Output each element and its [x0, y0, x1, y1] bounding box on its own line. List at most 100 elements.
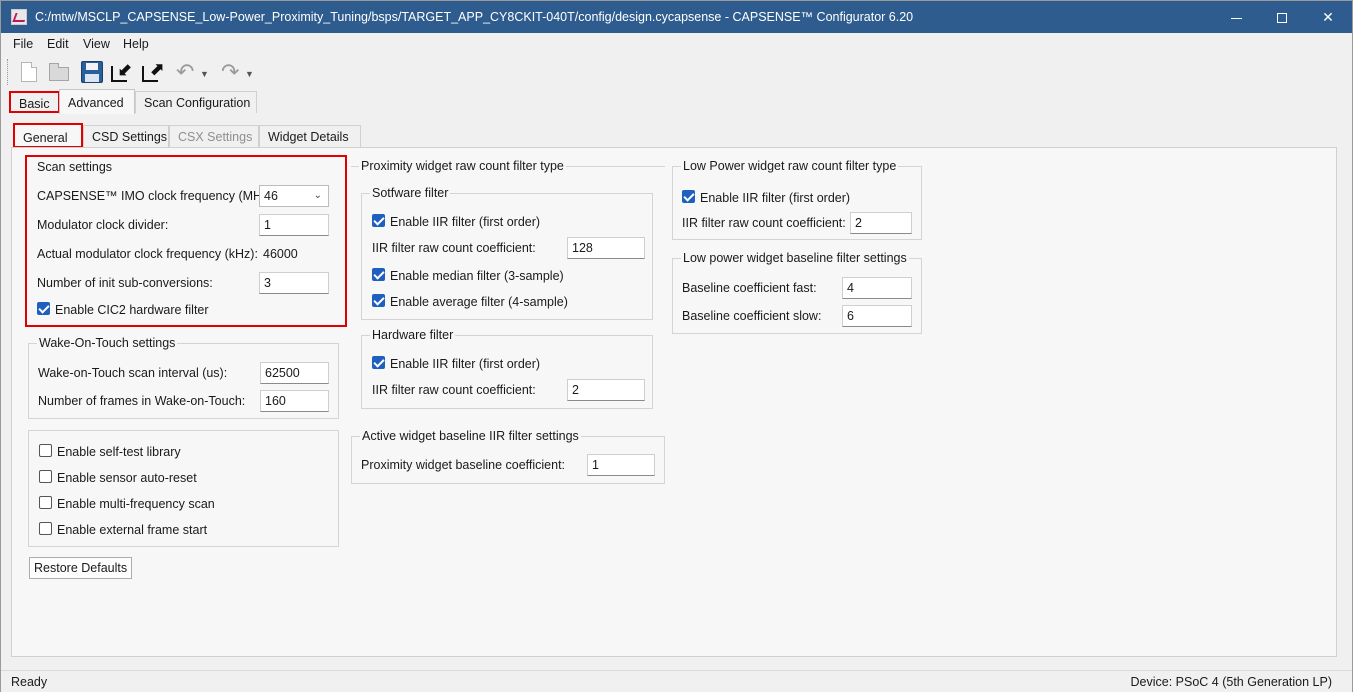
active-baseline-group: Active widget baseline IIR filter settin…	[351, 429, 665, 484]
lp-filter-title: Low Power widget raw count filter type	[681, 159, 899, 173]
median-filter-checkbox[interactable]	[372, 268, 385, 281]
close-icon: ✕	[1322, 9, 1334, 25]
sw-iir-checkbox[interactable]	[372, 214, 385, 227]
sw-iir-label: Enable IIR filter (first order)	[390, 215, 541, 229]
tab-widget-details[interactable]: Widget Details	[259, 125, 361, 147]
hardware-filter-group: Hardware filter Enable IIR filter (first…	[361, 328, 653, 409]
lp-iir-checkbox[interactable]	[682, 190, 695, 203]
minimize-icon	[1230, 17, 1242, 19]
hw-iir-label: Enable IIR filter (first order)	[390, 357, 541, 371]
window-title: C:/mtw/MSCLP_CAPSENSE_Low-Power_Proximit…	[35, 10, 914, 24]
multi-frequency-checkbox[interactable]	[39, 496, 52, 509]
hardware-filter-title: Hardware filter	[370, 328, 456, 342]
cic2-filter-checkbox[interactable]	[37, 302, 50, 315]
toolbar-grip	[7, 59, 10, 85]
software-filter-group: Sotfware filter Enable IIR filter (first…	[361, 186, 653, 320]
prox-baseline-coef-input[interactable]: 1	[587, 454, 655, 476]
sw-iir-coef-label: IIR filter raw count coefficient:	[372, 241, 536, 255]
software-filter-title: Sotfware filter	[370, 186, 451, 200]
chevron-down-icon: ⌄	[313, 190, 322, 201]
lp-iir-coef-input[interactable]: 2	[850, 212, 912, 234]
save-icon[interactable]	[80, 60, 104, 84]
status-bar: Ready Device: PSoC 4 (5th Generation LP)	[1, 670, 1352, 692]
tab-csd-settings[interactable]: CSD Settings	[83, 125, 169, 147]
export-icon[interactable]: ⬈	[140, 60, 164, 84]
device-status: Device: PSoC 4 (5th Generation LP)	[1130, 675, 1333, 689]
active-baseline-title: Active widget baseline IIR filter settin…	[360, 429, 581, 443]
title-bar: C:/mtw/MSCLP_CAPSENSE_Low-Power_Proximit…	[1, 1, 1352, 33]
init-sub-conversions-label: Number of init sub-conversions:	[37, 276, 213, 290]
median-filter-label: Enable median filter (3-sample)	[390, 269, 564, 283]
imo-clock-value: 46	[264, 189, 278, 203]
maximize-icon	[1277, 13, 1287, 24]
baseline-slow-input[interactable]: 6	[842, 305, 912, 327]
sw-iir-coef-input[interactable]: 128	[567, 237, 645, 259]
wot-frames-input[interactable]: 160	[260, 390, 329, 412]
baseline-fast-input[interactable]: 4	[842, 277, 912, 299]
general-settings-panel: Scan settings CAPSENSE™ IMO clock freque…	[11, 147, 1337, 657]
imo-clock-select[interactable]: 46 ⌄	[259, 185, 329, 207]
wot-settings-title: Wake-On-Touch settings	[37, 336, 178, 350]
hw-iir-coef-input[interactable]: 2	[567, 379, 645, 401]
mod-divider-label: Modulator clock divider:	[37, 218, 169, 232]
external-frame-start-label: Enable external frame start	[57, 523, 208, 537]
hw-iir-checkbox[interactable]	[372, 356, 385, 369]
prox-baseline-coef-label: Proximity widget baseline coefficient:	[361, 458, 566, 472]
close-button[interactable]: ✕	[1305, 1, 1351, 33]
sensor-auto-reset-checkbox[interactable]	[39, 470, 52, 483]
redo-dropdown-icon[interactable]: ▼	[245, 62, 254, 86]
status-text: Ready	[11, 675, 48, 689]
sensor-auto-reset-label: Enable sensor auto-reset	[57, 471, 197, 485]
lp-iir-coef-label: IIR filter raw count coefficient:	[682, 216, 846, 230]
restore-defaults-button[interactable]: Restore Defaults	[29, 557, 133, 579]
import-icon[interactable]: ⬋	[109, 60, 133, 84]
wot-interval-input[interactable]: 62500	[260, 362, 329, 384]
prox-filter-title: Proximity widget raw count filter type	[359, 159, 566, 173]
external-frame-start-checkbox[interactable]	[39, 522, 52, 535]
tab-advanced[interactable]: Advanced	[59, 89, 135, 114]
baseline-fast-label: Baseline coefficient fast:	[682, 281, 817, 295]
mod-divider-input[interactable]: 1	[259, 214, 329, 236]
average-filter-label: Enable average filter (4-sample)	[390, 295, 568, 309]
menu-view[interactable]: View	[83, 37, 110, 51]
actual-mod-clock-label: Actual modulator clock frequency (kHz):	[37, 247, 258, 261]
tab-basic[interactable]: Basic	[9, 91, 60, 113]
toolbar: ⬋ ⬈ ↶ ▼ ↷ ▼	[1, 55, 1352, 89]
wot-interval-label: Wake-on-Touch scan interval (us):	[38, 366, 228, 380]
actual-mod-clock-value: 46000	[263, 247, 298, 261]
cic2-filter-label: Enable CIC2 hardware filter	[55, 303, 209, 317]
menu-bar: File Edit View Help	[1, 33, 1352, 55]
undo-dropdown-icon[interactable]: ▼	[200, 62, 209, 86]
lp-baseline-group: Low power widget baseline filter setting…	[672, 251, 922, 334]
hw-iir-coef-label: IIR filter raw count coefficient:	[372, 383, 536, 397]
multi-frequency-label: Enable multi-frequency scan	[57, 497, 215, 511]
tab-scan-configuration[interactable]: Scan Configuration	[135, 91, 257, 113]
new-document-icon[interactable]	[17, 60, 41, 84]
maximize-button[interactable]	[1259, 1, 1305, 33]
open-folder-icon[interactable]	[47, 60, 71, 84]
self-test-label: Enable self-test library	[57, 445, 181, 459]
lp-filter-group: Low Power widget raw count filter type E…	[672, 159, 922, 240]
imo-clock-label: CAPSENSE™ IMO clock frequency (MHz):	[37, 189, 276, 203]
tab-csx-settings: CSX Settings	[169, 125, 259, 147]
capsense-app-icon	[11, 9, 27, 25]
scan-settings-title: Scan settings	[35, 160, 115, 174]
menu-file[interactable]: File	[13, 37, 33, 51]
redo-icon[interactable]: ↷ ▼	[221, 60, 257, 84]
main-tabs: Basic Advanced Scan Configuration	[7, 89, 1347, 115]
scan-settings-group: Scan settings CAPSENSE™ IMO clock freque…	[25, 155, 347, 327]
average-filter-checkbox[interactable]	[372, 294, 385, 307]
misc-options-group: Enable self-test library Enable sensor a…	[28, 430, 339, 547]
app-window: C:/mtw/MSCLP_CAPSENSE_Low-Power_Proximit…	[0, 0, 1353, 692]
baseline-slow-label: Baseline coefficient slow:	[682, 309, 822, 323]
menu-help[interactable]: Help	[123, 37, 149, 51]
minimize-button[interactable]	[1213, 1, 1259, 33]
menu-edit[interactable]: Edit	[47, 37, 69, 51]
tab-general[interactable]: General	[13, 123, 83, 148]
lp-baseline-title: Low power widget baseline filter setting…	[681, 251, 909, 265]
sub-tabs: General CSD Settings CSX Settings Widget…	[11, 123, 1341, 149]
undo-icon[interactable]: ↶ ▼	[176, 60, 212, 84]
init-sub-conversions-input[interactable]: 3	[259, 272, 329, 294]
wot-settings-group: Wake-On-Touch settings Wake-on-Touch sca…	[28, 336, 339, 419]
self-test-checkbox[interactable]	[39, 444, 52, 457]
